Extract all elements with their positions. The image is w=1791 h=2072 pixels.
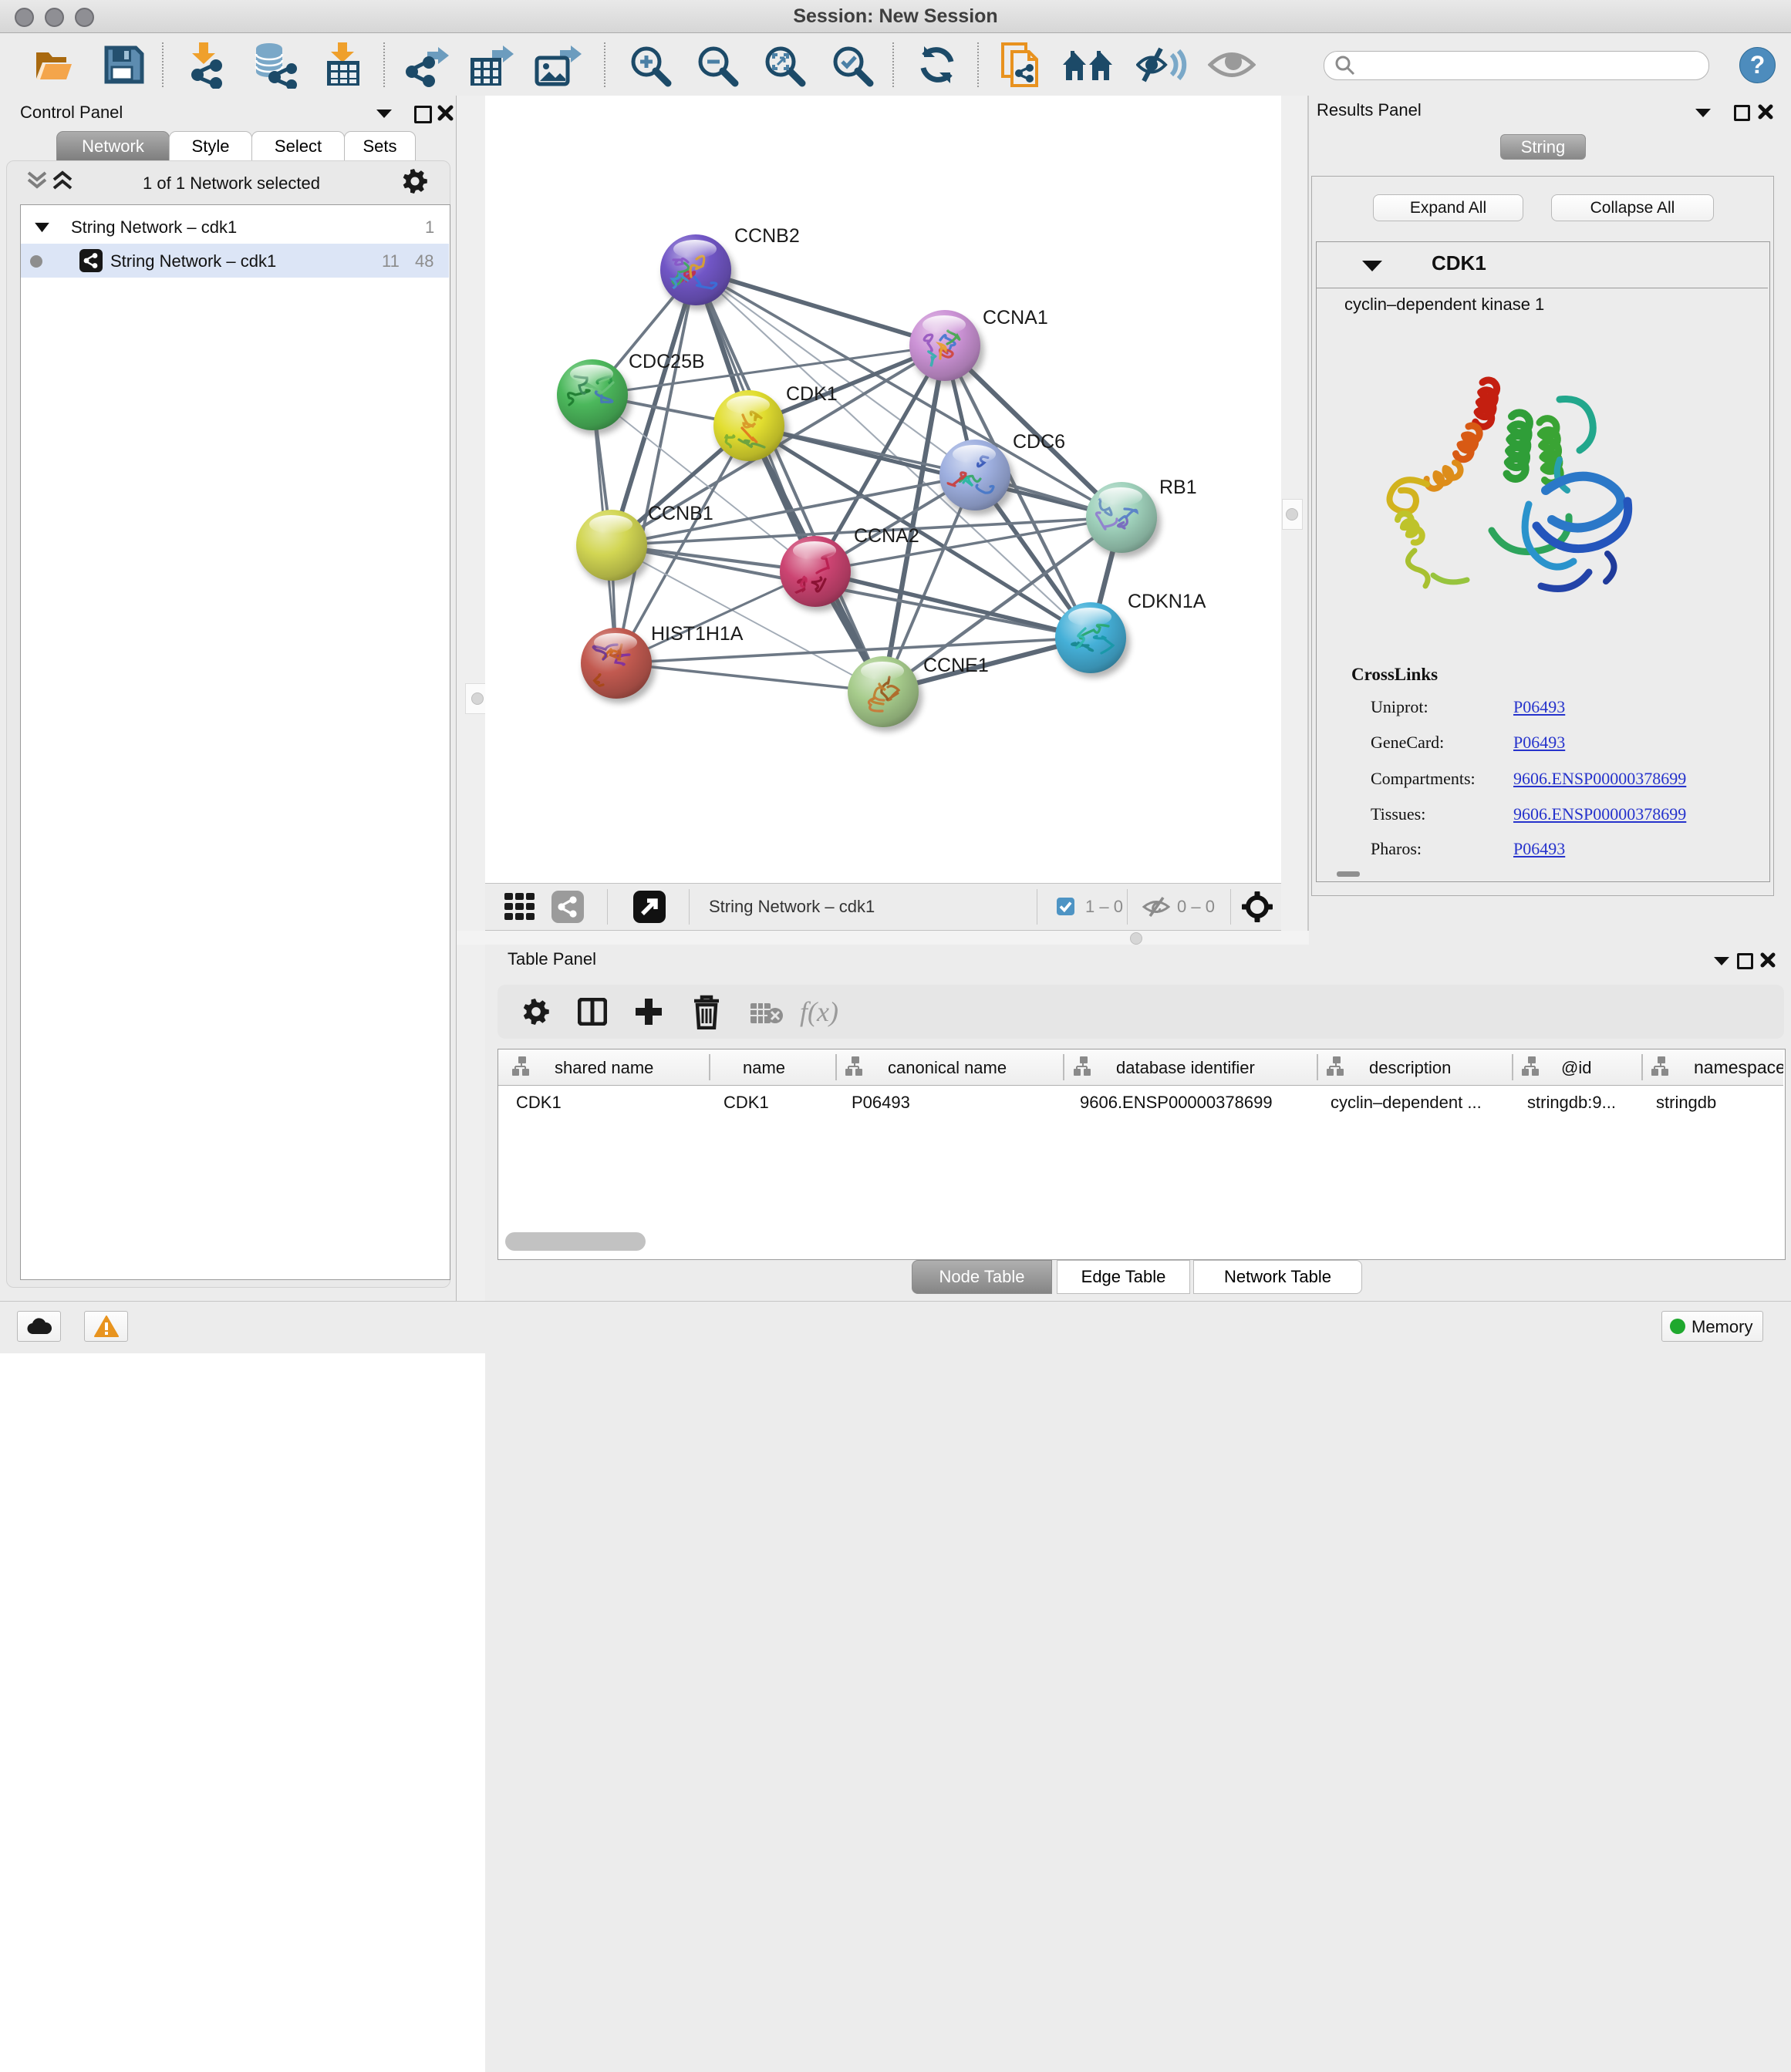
svg-text:shared name: shared name [555,1058,653,1077]
svg-text:CDC25B: CDC25B [629,351,705,372]
svg-text:CCNE1: CCNE1 [923,655,989,676]
svg-text:namespace: namespace [1694,1057,1783,1077]
svg-text:CCNA2: CCNA2 [854,525,919,547]
svg-text:name: name [743,1058,785,1077]
svg-text:CCNB1: CCNB1 [648,503,713,524]
svg-text:@id: @id [1561,1058,1591,1077]
svg-text:HIST1H1A: HIST1H1A [651,623,744,645]
svg-text:CCNA1: CCNA1 [983,307,1048,328]
svg-text:canonical name: canonical name [888,1058,1007,1077]
svg-text:CDK1: CDK1 [786,383,838,405]
svg-text:CCNB2: CCNB2 [734,225,800,247]
svg-text:RB1: RB1 [1159,477,1197,498]
svg-text:database identifier: database identifier [1116,1058,1255,1077]
svg-text:description: description [1369,1058,1451,1077]
svg-text:CDC6: CDC6 [1013,431,1065,453]
svg-text:CDKN1A: CDKN1A [1128,591,1206,612]
svg-text:?: ? [1750,51,1766,79]
